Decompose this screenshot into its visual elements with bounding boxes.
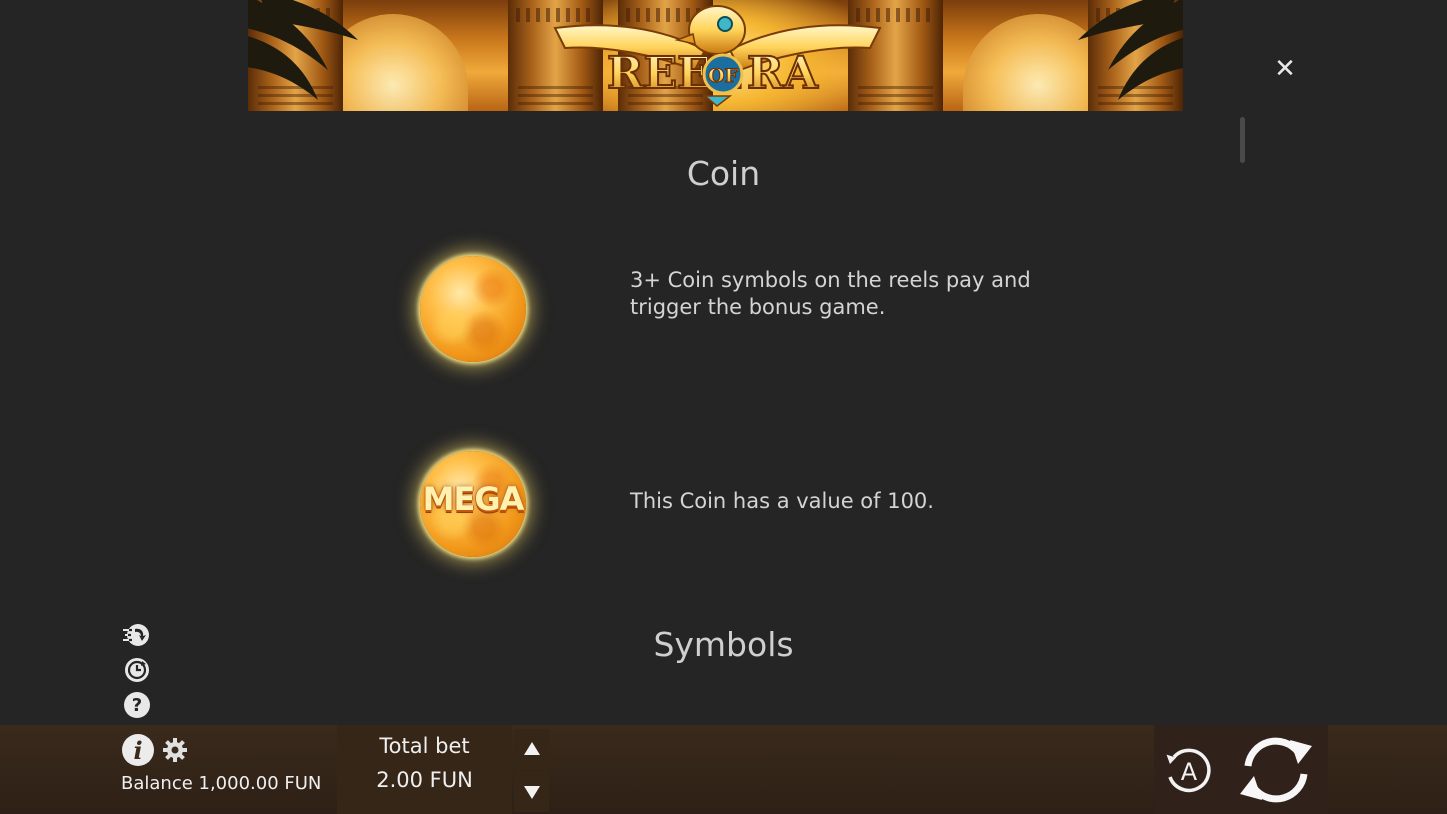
reel-of-ra-logo: REEL OF RA: [553, 5, 882, 107]
help-icon[interactable]: ?: [122, 690, 152, 720]
section-title-symbols: Symbols: [653, 625, 794, 664]
mega-coin-description: This Coin has a value of 100.: [630, 489, 934, 513]
close-icon: ✕: [1274, 54, 1296, 84]
game-banner: REEL OF RA: [248, 0, 1183, 111]
palm-leaves-left: [248, 0, 358, 100]
mega-coin-label: MEGA: [422, 480, 525, 518]
history-icon[interactable]: [122, 655, 152, 685]
triangle-down-icon: [523, 786, 540, 799]
svg-text:A: A: [1181, 758, 1198, 786]
bet-increase-button[interactable]: [514, 729, 549, 769]
svg-text:i: i: [133, 736, 142, 765]
spin-icon[interactable]: [1236, 732, 1316, 808]
coin-description: 3+ Coin symbols on the reels pay and tri…: [630, 268, 1031, 319]
close-button[interactable]: ✕: [1268, 52, 1302, 86]
gear-icon[interactable]: [162, 737, 188, 763]
fast-spin-icon[interactable]: [122, 620, 152, 650]
total-bet-label: Total bet: [379, 734, 470, 758]
svg-text:?: ?: [132, 695, 142, 716]
info-icon[interactable]: i: [120, 732, 156, 768]
palm-leaves-right: [1078, 0, 1183, 100]
balance-display: Balance 1,000.00 FUN: [121, 773, 322, 794]
section-title-coin: Coin: [686, 154, 761, 193]
logo-text-of: OF: [708, 65, 739, 87]
autoplay-icon[interactable]: A: [1160, 743, 1216, 799]
bet-decrease-button[interactable]: [514, 772, 549, 812]
triangle-up-icon: [523, 742, 540, 755]
coin-symbol: [420, 256, 526, 362]
paytable-screen: REEL OF RA ✕ Coin 3+ Coin symbols on the…: [0, 0, 1447, 814]
logo-text-ra: RA: [747, 48, 819, 99]
total-bet-value: 2.00 FUN: [376, 768, 473, 792]
